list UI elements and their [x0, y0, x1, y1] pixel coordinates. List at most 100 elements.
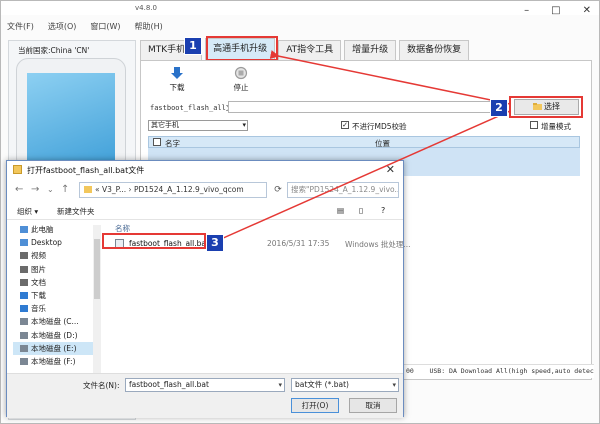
status-left: 00 — [406, 367, 414, 375]
breadcrumb-2[interactable]: PD1524_A_1.12.9_vivo_qcom — [134, 185, 244, 194]
tree-label: 此电脑 — [31, 225, 54, 234]
tree-label: Desktop — [31, 238, 62, 248]
tab-backup[interactable]: 数据备份恢复 — [399, 40, 470, 60]
highlight-box-choose — [509, 96, 583, 118]
tree-item-drive-e[interactable]: 本地磁盘 (E:) — [13, 341, 93, 355]
tree-item-videos[interactable]: 视频 — [13, 249, 93, 262]
tree-item-documents[interactable]: 文档 — [13, 276, 93, 289]
close-icon[interactable]: ✕ — [583, 5, 591, 16]
address-folder-icon — [84, 186, 92, 193]
dialog-title: 打开fastboot_flash_all.bat文件 — [27, 166, 145, 175]
address-bar[interactable]: « V3_P... › PD1524_A_1.12.9_vivo_qcom — [79, 182, 267, 198]
incremental-label: 增量模式 — [541, 122, 571, 131]
tree-item-desktop[interactable]: Desktop — [13, 236, 93, 249]
cancel-button[interactable]: 取消 — [349, 398, 397, 413]
tree-item-this-pc[interactable]: 此电脑 — [13, 223, 93, 236]
window-controls: – □ ✕ — [524, 5, 591, 16]
phone-model-value: 其它手机 — [151, 121, 179, 129]
drive-icon — [20, 331, 28, 339]
filter-dropdown-icon: ▾ — [392, 381, 396, 389]
menu-options[interactable]: 选项(O) — [48, 21, 77, 32]
view-options-icon[interactable]: ▤ — [337, 206, 344, 215]
document-icon — [20, 278, 28, 286]
menu-file[interactable]: 文件(F) — [7, 21, 34, 32]
no-md5-checkbox[interactable]: ✓ — [341, 121, 349, 129]
tree-item-drive-c[interactable]: 本地磁盘 (C... — [13, 315, 93, 328]
minimize-icon[interactable]: – — [524, 5, 529, 16]
music-icon — [20, 305, 28, 313]
new-folder-button[interactable]: 新建文件夹 — [57, 206, 95, 217]
filename-value: fastboot_flash_all.bat — [129, 380, 209, 389]
file-type-filter[interactable]: bat文件 (*.bat) ▾ — [291, 378, 399, 392]
dialog-footer: 文件名(N): fastboot_flash_all.bat ▾ bat文件 (… — [7, 373, 403, 418]
dialog-close-icon[interactable]: ✕ — [386, 163, 395, 176]
history-chevron-icon[interactable]: ⌄ — [47, 185, 54, 194]
select-all-checkbox[interactable] — [153, 138, 161, 146]
tree-label: 图片 — [31, 264, 46, 274]
tree-scrollbar-thumb[interactable] — [94, 239, 100, 299]
navigation-tree: 此电脑 Desktop 视频 图片 文档 下载 音乐 本地磁盘 (C... 本地… — [13, 223, 93, 373]
tab-at-command[interactable]: AT指令工具 — [278, 40, 342, 60]
stop-label: 停止 — [233, 83, 249, 92]
drive-icon — [20, 344, 28, 352]
open-file-dialog: 打开fastboot_flash_all.bat文件 ✕ ← → ⌄ ↑ « V… — [6, 160, 411, 418]
status-bar: 00 USB: DA Download All(high speed,auto … — [404, 364, 594, 378]
back-arrow-icon[interactable]: ← — [15, 184, 23, 195]
tree-item-pictures[interactable]: 图片 — [13, 263, 93, 276]
tree-label: 本地磁盘 (D:) — [31, 330, 78, 340]
search-input[interactable]: 搜索"PD1524_A_1.12.9_vivo... — [287, 182, 399, 198]
drive-icon — [20, 318, 28, 326]
callout-badge-3: 3 — [206, 234, 224, 252]
help-icon[interactable]: ? — [381, 206, 385, 215]
open-button[interactable]: 打开(O) — [291, 398, 339, 413]
flash-file-label: fastboot_flash_all文件 — [150, 104, 240, 112]
address-prefix: « — [95, 185, 100, 194]
menu-help[interactable]: 帮助(H) — [135, 21, 163, 32]
tree-scrollbar[interactable] — [93, 225, 101, 373]
refresh-icon[interactable]: ⟳ — [271, 182, 285, 198]
stop-button[interactable]: 停止 — [224, 66, 258, 93]
stop-icon — [234, 66, 248, 80]
drive-icon — [20, 357, 28, 365]
picture-icon — [20, 265, 28, 273]
filename-dropdown-icon[interactable]: ▾ — [278, 379, 282, 391]
dialog-titlebar: 打开fastboot_flash_all.bat文件 ✕ — [7, 161, 403, 179]
tree-label: 音乐 — [31, 304, 46, 314]
desktop-icon — [20, 239, 28, 247]
status-text: USB: DA Download All(high speed,auto det… — [429, 367, 594, 375]
no-md5-label: 不进行MD5校验 — [352, 122, 407, 131]
computer-icon — [20, 226, 28, 233]
phone-image — [16, 58, 126, 170]
flash-file-path[interactable] — [228, 101, 504, 113]
tree-item-drive-f[interactable]: 本地磁盘 (F:) — [13, 355, 93, 368]
download-button[interactable]: 下载 — [160, 66, 194, 93]
current-country: 当前国家:China 'CN' — [18, 46, 90, 55]
tree-item-music[interactable]: 音乐 — [13, 302, 93, 315]
organize-button[interactable]: 组织 ▾ — [17, 206, 38, 217]
tab-incremental[interactable]: 增量升级 — [344, 40, 397, 60]
file-date: 2016/5/31 17:35 — [267, 239, 330, 248]
file-type-value: bat文件 (*.bat) — [295, 380, 349, 389]
up-arrow-icon[interactable]: ↑ — [61, 184, 69, 195]
filename-input[interactable]: fastboot_flash_all.bat ▾ — [125, 378, 285, 392]
phone-model-select[interactable]: 其它手机 ▾ — [148, 120, 248, 131]
tree-item-drive-d[interactable]: 本地磁盘 (D:) — [13, 329, 93, 342]
callout-badge-2: 2 — [490, 99, 508, 117]
download-label: 下载 — [169, 83, 185, 92]
tree-label: 文档 — [31, 277, 46, 287]
forward-arrow-icon[interactable]: → — [31, 184, 39, 195]
maximize-icon[interactable]: □ — [551, 5, 560, 16]
preview-pane-icon[interactable]: ▯ — [359, 206, 363, 215]
incremental-checkbox[interactable] — [530, 121, 538, 129]
dialog-navbar: ← → ⌄ ↑ « V3_P... › PD1524_A_1.12.9_vivo… — [7, 179, 403, 201]
tree-item-downloads[interactable]: 下载 — [13, 289, 93, 302]
breadcrumb-1[interactable]: V3_P... — [102, 185, 126, 194]
file-grid-header: 名字 位置 — [148, 136, 580, 148]
tree-label: 本地磁盘 (E:) — [31, 343, 77, 353]
tree-label: 本地磁盘 (F:) — [31, 356, 76, 366]
phone-screen — [27, 73, 115, 169]
search-placeholder: 搜索"PD1524_A_1.12.9_vivo... — [291, 185, 399, 194]
menu-window[interactable]: 窗口(W) — [90, 21, 120, 32]
callout-badge-1: 1 — [184, 37, 202, 55]
dropdown-arrow-icon: ▾ — [242, 121, 246, 129]
